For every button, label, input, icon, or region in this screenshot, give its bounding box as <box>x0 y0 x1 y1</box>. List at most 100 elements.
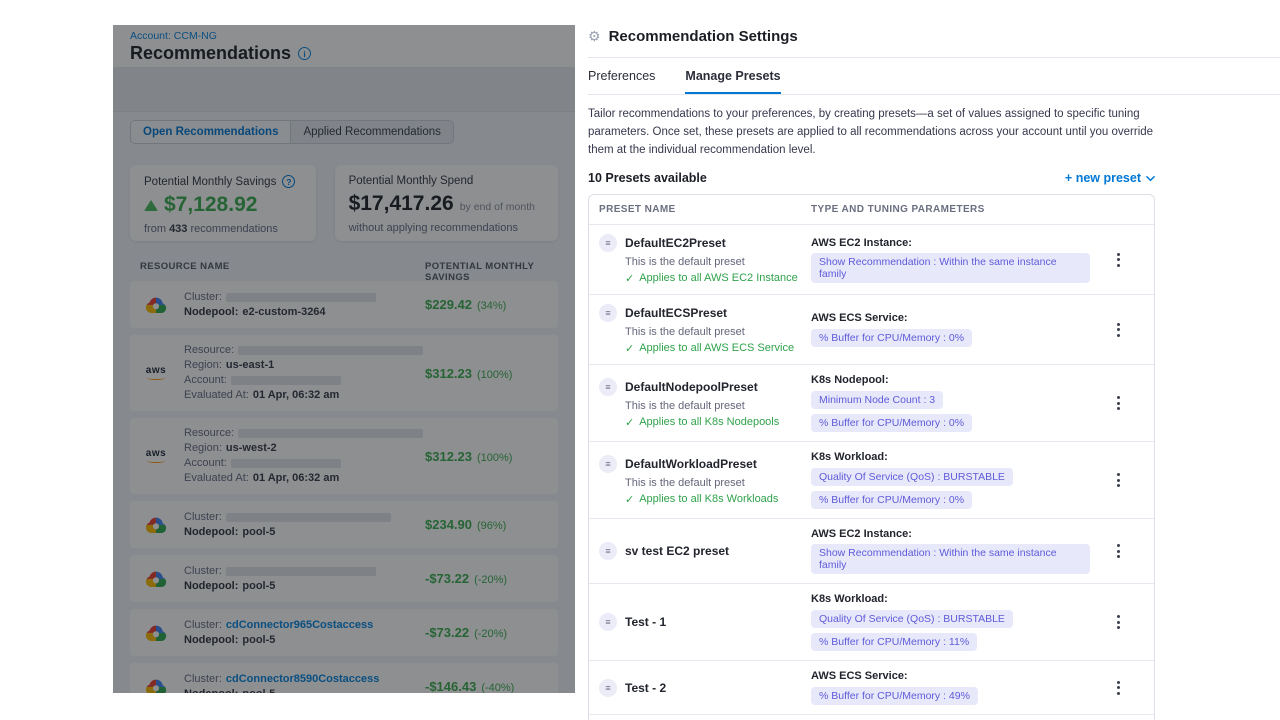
preset-actions-cell <box>1090 248 1146 272</box>
preset-row: ≡ DefaultNodepoolPreset This is the defaul… <box>589 365 1154 442</box>
preset-name-cell: ≡ Test - 2 <box>599 679 811 697</box>
preset-tuning-cell: AWS ECS Service: % Buffer for CPU/Memory … <box>811 670 1090 705</box>
preset-applies: ✓ Applies to all K8s Nodepools <box>625 416 811 429</box>
tuning-parameter-pill: Show Recommendation : Within the same in… <box>811 544 1090 574</box>
preset-tuning-cell: K8s Workload: Quality Of Service (QoS) : … <box>811 451 1090 509</box>
chevron-down-icon <box>1146 174 1155 183</box>
kebab-menu-button[interactable] <box>1106 248 1130 272</box>
preset-name: DefaultECSPreset <box>625 306 727 320</box>
preset-applies: ✓ Applies to all K8s Workloads <box>625 493 811 506</box>
preset-tuning-cell: AWS ECS Service: % Buffer for CPU/Memory … <box>811 312 1090 347</box>
tuning-parameter-pill: % Buffer for CPU/Memory : 11% <box>811 633 977 651</box>
preset-subtitle: This is the default preset <box>625 477 811 489</box>
preset-drag-icon: ≡ <box>599 304 617 322</box>
preset-tuning-cell: AWS EC2 Instance: Show Recommendation : W… <box>811 237 1090 283</box>
applies-text: Applies to all K8s Workloads <box>639 493 778 506</box>
preset-name: DefaultNodepoolPreset <box>625 380 758 394</box>
col-type-tuning: TYPE AND TUNING PARAMETERS <box>811 204 1090 215</box>
preset-drag-icon: ≡ <box>599 378 617 396</box>
settings-title: Recommendation Settings <box>609 28 798 45</box>
kebab-menu-button[interactable] <box>1106 610 1130 634</box>
tuning-parameter-pill: % Buffer for CPU/Memory : 0% <box>811 414 972 432</box>
preset-name-cell: ≡ DefaultWorkloadPreset This is the defaul… <box>599 455 811 506</box>
preset-row: ≡ DefaultEC2Preset This is the default pre… <box>589 225 1154 295</box>
preset-subtitle: This is the default preset <box>625 256 811 268</box>
preset-applies: ✓ Applies to all AWS ECS Service <box>625 342 811 355</box>
preset-type: K8s Workload: <box>811 593 1090 605</box>
preset-row: ≡ DefaultECSPreset This is the default pre… <box>589 295 1154 365</box>
preset-row: ≡ Test - 2 AWS ECS Service: % Buffer for CP… <box>589 661 1154 715</box>
presets-description: Tailor recommendations to your preferenc… <box>588 106 1155 159</box>
preset-name-cell: ≡ DefaultEC2Preset This is the default pre… <box>599 234 811 285</box>
preset-subtitle: This is the default preset <box>625 326 811 338</box>
kebab-menu-button[interactable] <box>1106 539 1130 563</box>
check-icon: ✓ <box>625 416 634 429</box>
preset-name-cell: ≡ Test - 1 <box>599 613 811 631</box>
preset-name: DefaultEC2Preset <box>625 236 726 250</box>
divider <box>588 57 1280 58</box>
check-icon: ✓ <box>625 342 634 355</box>
applies-text: Applies to all AWS ECS Service <box>639 342 794 355</box>
tab-manage-presets[interactable]: Manage Presets <box>685 69 780 94</box>
preset-actions-cell <box>1090 468 1146 492</box>
preset-type: AWS EC2 Instance: <box>811 237 1090 249</box>
preset-drag-icon: ≡ <box>599 234 617 252</box>
new-preset-button[interactable]: + new preset <box>1065 171 1155 185</box>
preset-type: K8s Workload: <box>811 451 1090 463</box>
preset-tuning-cell: K8s Workload: Quality Of Service (QoS) : … <box>811 593 1090 651</box>
tuning-parameter-pill: Quality Of Service (QoS) : BURSTABLE <box>811 468 1013 486</box>
tuning-parameter-pill: % Buffer for CPU/Memory : 49% <box>811 687 978 705</box>
preset-name: DefaultWorkloadPreset <box>625 457 757 471</box>
preset-name: Test - 1 <box>625 615 666 629</box>
gear-icon: ⚙ <box>588 28 601 45</box>
preset-type: AWS ECS Service: <box>811 312 1090 324</box>
presets-table-header: PRESET NAME TYPE AND TUNING PARAMETERS <box>589 195 1154 225</box>
preset-actions-cell <box>1090 676 1146 700</box>
preset-row: ≡ DefaultWorkloadPreset This is the defaul… <box>589 442 1154 519</box>
settings-tabs: Preferences Manage Presets <box>588 69 1280 95</box>
kebab-menu-button[interactable] <box>1106 318 1130 342</box>
preset-tuning-cell: K8s Nodepool: Minimum Node Count : 3 % Buf… <box>811 374 1090 432</box>
preset-row: ≡ Test - 1 K8s Workload: Quality Of Service… <box>589 584 1154 661</box>
backdrop-overlay[interactable] <box>113 25 575 693</box>
recommendations-page: Account: CCM-NG Recommendations i Open R… <box>113 25 575 693</box>
recommendation-settings-drawer: ⚙ Recommendation Settings Preferences Ma… <box>575 0 1280 720</box>
preset-drag-icon: ≡ <box>599 613 617 631</box>
preset-actions-cell <box>1090 391 1146 415</box>
preset-type: AWS ECS Service: <box>811 670 1090 682</box>
preset-type: K8s Nodepool: <box>811 374 1090 386</box>
preset-name-cell: ≡ sv test EC2 preset <box>599 542 811 560</box>
preset-name: sv test EC2 preset <box>625 544 729 558</box>
tuning-parameter-pill: Show Recommendation : Within the same in… <box>811 253 1090 283</box>
tuning-parameter-pill: % Buffer for CPU/Memory : 0% <box>811 329 972 347</box>
preset-drag-icon: ≡ <box>599 455 617 473</box>
preset-row: ≡Test - 3AWS ECS Service:% Buffer for CP… <box>589 715 1154 720</box>
preset-type: AWS EC2 Instance: <box>811 528 1090 540</box>
kebab-menu-button[interactable] <box>1106 391 1130 415</box>
kebab-menu-button[interactable] <box>1106 676 1130 700</box>
preset-row: ≡ sv test EC2 preset AWS EC2 Instance: Show… <box>589 519 1154 584</box>
preset-name-cell: ≡ DefaultECSPreset This is the default pre… <box>599 304 811 355</box>
applies-text: Applies to all AWS EC2 Instance <box>639 272 798 285</box>
tuning-parameter-pill: Minimum Node Count : 3 <box>811 391 943 409</box>
kebab-menu-button[interactable] <box>1106 468 1130 492</box>
preset-drag-icon: ≡ <box>599 542 617 560</box>
preset-actions-cell <box>1090 318 1146 342</box>
preset-applies: ✓ Applies to all AWS EC2 Instance <box>625 272 811 285</box>
preset-tuning-cell: AWS EC2 Instance: Show Recommendation : W… <box>811 528 1090 574</box>
tuning-parameter-pill: % Buffer for CPU/Memory : 0% <box>811 491 972 509</box>
preset-actions-cell <box>1090 610 1146 634</box>
app-canvas: Account: CCM-NG Recommendations i Open R… <box>0 0 1280 720</box>
preset-drag-icon: ≡ <box>599 679 617 697</box>
presets-table: PRESET NAME TYPE AND TUNING PARAMETERS ≡… <box>588 194 1155 720</box>
preset-actions-cell <box>1090 539 1146 563</box>
applies-text: Applies to all K8s Nodepools <box>639 416 779 429</box>
check-icon: ✓ <box>625 493 634 506</box>
preset-name: Test - 2 <box>625 681 666 695</box>
col-preset-name: PRESET NAME <box>599 204 811 215</box>
preset-subtitle: This is the default preset <box>625 400 811 412</box>
check-icon: ✓ <box>625 272 634 285</box>
presets-count: 10 Presets available <box>588 171 707 185</box>
tab-preferences[interactable]: Preferences <box>588 69 655 94</box>
tuning-parameter-pill: Quality Of Service (QoS) : BURSTABLE <box>811 610 1013 628</box>
